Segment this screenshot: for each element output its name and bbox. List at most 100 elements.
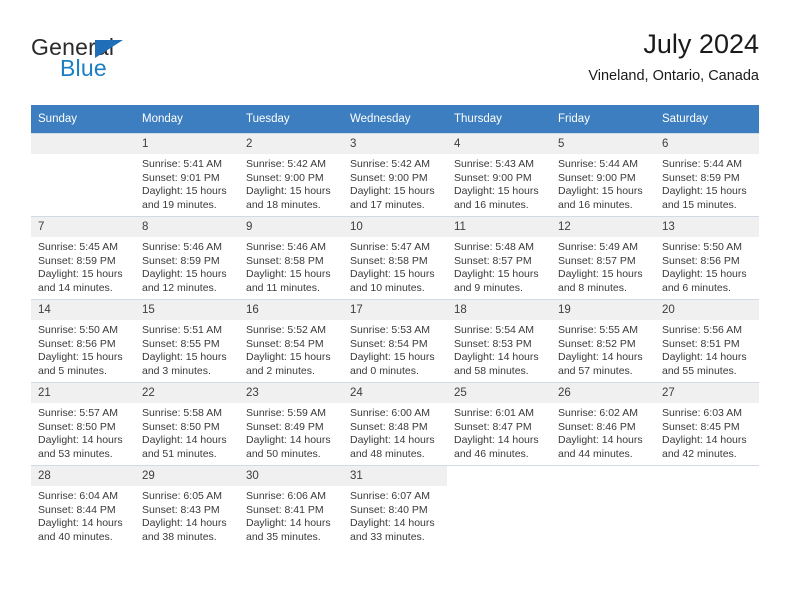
sunset-line: Sunset: 8:54 PM — [350, 337, 428, 350]
daylight-line-1: Daylight: 15 hours — [454, 268, 539, 281]
day-cell[interactable]: 6 Sunrise: 5:44 AM Sunset: 8:59 PM Dayli… — [655, 133, 759, 217]
day-number: 26 — [551, 383, 655, 403]
daylight-line-2: and 38 minutes. — [142, 530, 217, 543]
logo-text-blue: Blue — [60, 55, 107, 81]
day-cell[interactable]: 19 Sunrise: 5:55 AM Sunset: 8:52 PM Dayl… — [551, 299, 655, 383]
day-cell[interactable]: 17 Sunrise: 5:53 AM Sunset: 8:54 PM Dayl… — [343, 299, 447, 383]
sunrise-line: Sunrise: 5:50 AM — [662, 241, 742, 253]
day-cell[interactable]: 13 Sunrise: 5:50 AM Sunset: 8:56 PM Dayl… — [655, 216, 759, 300]
daylight-line-2: and 10 minutes. — [350, 281, 425, 294]
day-number: 24 — [343, 383, 447, 403]
day-cell[interactable]: 18 Sunrise: 5:54 AM Sunset: 8:53 PM Dayl… — [447, 299, 551, 383]
day-cell[interactable]: 14 Sunrise: 5:50 AM Sunset: 8:56 PM Dayl… — [31, 299, 135, 383]
day-cell[interactable]: 30 Sunrise: 6:06 AM Sunset: 8:41 PM Dayl… — [239, 465, 343, 548]
day-details: Sunrise: 5:50 AM Sunset: 8:56 PM Dayligh… — [655, 237, 759, 295]
day-cell — [551, 465, 655, 548]
daylight-line-2: and 14 minutes. — [38, 281, 113, 294]
daylight-line-1: Daylight: 14 hours — [38, 517, 123, 530]
sunrise-line: Sunrise: 5:50 AM — [38, 324, 118, 336]
day-details: Sunrise: 5:45 AM Sunset: 8:59 PM Dayligh… — [31, 237, 135, 295]
day-cell[interactable]: 5 Sunrise: 5:44 AM Sunset: 9:00 PM Dayli… — [551, 133, 655, 217]
daylight-line-1: Daylight: 14 hours — [246, 434, 331, 447]
day-cell[interactable]: 2 Sunrise: 5:42 AM Sunset: 9:00 PM Dayli… — [239, 133, 343, 217]
sunset-line: Sunset: 8:49 PM — [246, 420, 324, 433]
weekday-header-tuesday: Tuesday — [239, 105, 343, 134]
day-details: Sunrise: 5:49 AM Sunset: 8:57 PM Dayligh… — [551, 237, 655, 295]
daylight-line-1: Daylight: 15 hours — [142, 268, 227, 281]
daylight-line-1: Daylight: 15 hours — [662, 268, 747, 281]
sunrise-line: Sunrise: 5:49 AM — [558, 241, 638, 253]
day-cell[interactable]: 27 Sunrise: 6:03 AM Sunset: 8:45 PM Dayl… — [655, 382, 759, 466]
day-cell[interactable]: 7 Sunrise: 5:45 AM Sunset: 8:59 PM Dayli… — [31, 216, 135, 300]
day-cell[interactable]: 8 Sunrise: 5:46 AM Sunset: 8:59 PM Dayli… — [135, 216, 239, 300]
day-cell[interactable]: 21 Sunrise: 5:57 AM Sunset: 8:50 PM Dayl… — [31, 382, 135, 466]
daylight-line-1: Daylight: 14 hours — [662, 434, 747, 447]
sunrise-line: Sunrise: 5:46 AM — [246, 241, 326, 253]
day-cell[interactable]: 20 Sunrise: 5:56 AM Sunset: 8:51 PM Dayl… — [655, 299, 759, 383]
day-cell[interactable]: 3 Sunrise: 5:42 AM Sunset: 9:00 PM Dayli… — [343, 133, 447, 217]
day-cell[interactable]: 1 Sunrise: 5:41 AM Sunset: 9:01 PM Dayli… — [135, 133, 239, 217]
weekday-header-wednesday: Wednesday — [343, 105, 447, 134]
day-cell[interactable]: 11 Sunrise: 5:48 AM Sunset: 8:57 PM Dayl… — [447, 216, 551, 300]
day-details: Sunrise: 5:57 AM Sunset: 8:50 PM Dayligh… — [31, 403, 135, 461]
day-cell[interactable]: 26 Sunrise: 6:02 AM Sunset: 8:46 PM Dayl… — [551, 382, 655, 466]
sunrise-line: Sunrise: 5:57 AM — [38, 407, 118, 419]
day-details: Sunrise: 5:43 AM Sunset: 9:00 PM Dayligh… — [447, 154, 551, 212]
day-cell[interactable]: 10 Sunrise: 5:47 AM Sunset: 8:58 PM Dayl… — [343, 216, 447, 300]
sunrise-line: Sunrise: 6:01 AM — [454, 407, 534, 419]
sunset-line: Sunset: 8:44 PM — [38, 503, 116, 516]
page-header: General Blue July 2024 Vineland, Ontario… — [31, 28, 759, 96]
day-cell[interactable]: 22 Sunrise: 5:58 AM Sunset: 8:50 PM Dayl… — [135, 382, 239, 466]
daylight-line-2: and 11 minutes. — [246, 281, 320, 294]
page-subtitle: Vineland, Ontario, Canada — [588, 68, 759, 84]
daylight-line-2: and 18 minutes. — [246, 198, 321, 211]
sunrise-line: Sunrise: 5:53 AM — [350, 324, 430, 336]
daylight-line-2: and 40 minutes. — [38, 530, 113, 543]
day-cell[interactable]: 12 Sunrise: 5:49 AM Sunset: 8:57 PM Dayl… — [551, 216, 655, 300]
daylight-line-1: Daylight: 14 hours — [142, 517, 227, 530]
day-number: 13 — [655, 217, 759, 237]
day-details: Sunrise: 5:50 AM Sunset: 8:56 PM Dayligh… — [31, 320, 135, 378]
sunset-line: Sunset: 8:54 PM — [246, 337, 324, 350]
day-cell[interactable]: 4 Sunrise: 5:43 AM Sunset: 9:00 PM Dayli… — [447, 133, 551, 217]
daylight-line-2: and 16 minutes. — [454, 198, 529, 211]
sunset-line: Sunset: 8:58 PM — [350, 254, 428, 267]
sunset-line: Sunset: 8:45 PM — [662, 420, 740, 433]
daylight-line-1: Daylight: 14 hours — [350, 434, 435, 447]
day-details: Sunrise: 5:41 AM Sunset: 9:01 PM Dayligh… — [135, 154, 239, 212]
sunrise-line: Sunrise: 5:58 AM — [142, 407, 222, 419]
daylight-line-1: Daylight: 15 hours — [558, 268, 643, 281]
day-cell[interactable]: 31 Sunrise: 6:07 AM Sunset: 8:40 PM Dayl… — [343, 465, 447, 548]
day-number: 7 — [31, 217, 135, 237]
sunrise-line: Sunrise: 5:41 AM — [142, 158, 222, 170]
calendar-week-row: 7 Sunrise: 5:45 AM Sunset: 8:59 PM Dayli… — [31, 216, 759, 300]
day-details: Sunrise: 5:54 AM Sunset: 8:53 PM Dayligh… — [447, 320, 551, 378]
sunrise-line: Sunrise: 5:46 AM — [142, 241, 222, 253]
general-blue-logo[interactable]: General Blue — [31, 34, 211, 90]
sunset-line: Sunset: 8:43 PM — [142, 503, 220, 516]
day-number: 20 — [655, 300, 759, 320]
sunrise-line: Sunrise: 6:05 AM — [142, 490, 222, 502]
daylight-line-2: and 57 minutes. — [558, 364, 633, 377]
day-cell[interactable]: 29 Sunrise: 6:05 AM Sunset: 8:43 PM Dayl… — [135, 465, 239, 548]
day-cell[interactable]: 9 Sunrise: 5:46 AM Sunset: 8:58 PM Dayli… — [239, 216, 343, 300]
day-cell[interactable]: 24 Sunrise: 6:00 AM Sunset: 8:48 PM Dayl… — [343, 382, 447, 466]
daylight-line-2: and 50 minutes. — [246, 447, 321, 460]
day-cell[interactable]: 23 Sunrise: 5:59 AM Sunset: 8:49 PM Dayl… — [239, 382, 343, 466]
daylight-line-2: and 6 minutes. — [662, 281, 731, 294]
day-cell[interactable]: 28 Sunrise: 6:04 AM Sunset: 8:44 PM Dayl… — [31, 465, 135, 548]
day-number: 11 — [447, 217, 551, 237]
sunset-line: Sunset: 8:58 PM — [246, 254, 324, 267]
day-details: Sunrise: 5:46 AM Sunset: 8:58 PM Dayligh… — [239, 237, 343, 295]
day-cell[interactable]: 15 Sunrise: 5:51 AM Sunset: 8:55 PM Dayl… — [135, 299, 239, 383]
day-number: 3 — [343, 134, 447, 154]
weekday-header-saturday: Saturday — [655, 105, 759, 134]
day-details: Sunrise: 5:59 AM Sunset: 8:49 PM Dayligh… — [239, 403, 343, 461]
weekday-header-thursday: Thursday — [447, 105, 551, 134]
day-cell[interactable]: 25 Sunrise: 6:01 AM Sunset: 8:47 PM Dayl… — [447, 382, 551, 466]
daylight-line-1: Daylight: 15 hours — [38, 268, 123, 281]
day-details: Sunrise: 6:01 AM Sunset: 8:47 PM Dayligh… — [447, 403, 551, 461]
sunset-line: Sunset: 9:00 PM — [558, 171, 636, 184]
sunrise-line: Sunrise: 5:55 AM — [558, 324, 638, 336]
day-cell[interactable]: 16 Sunrise: 5:52 AM Sunset: 8:54 PM Dayl… — [239, 299, 343, 383]
